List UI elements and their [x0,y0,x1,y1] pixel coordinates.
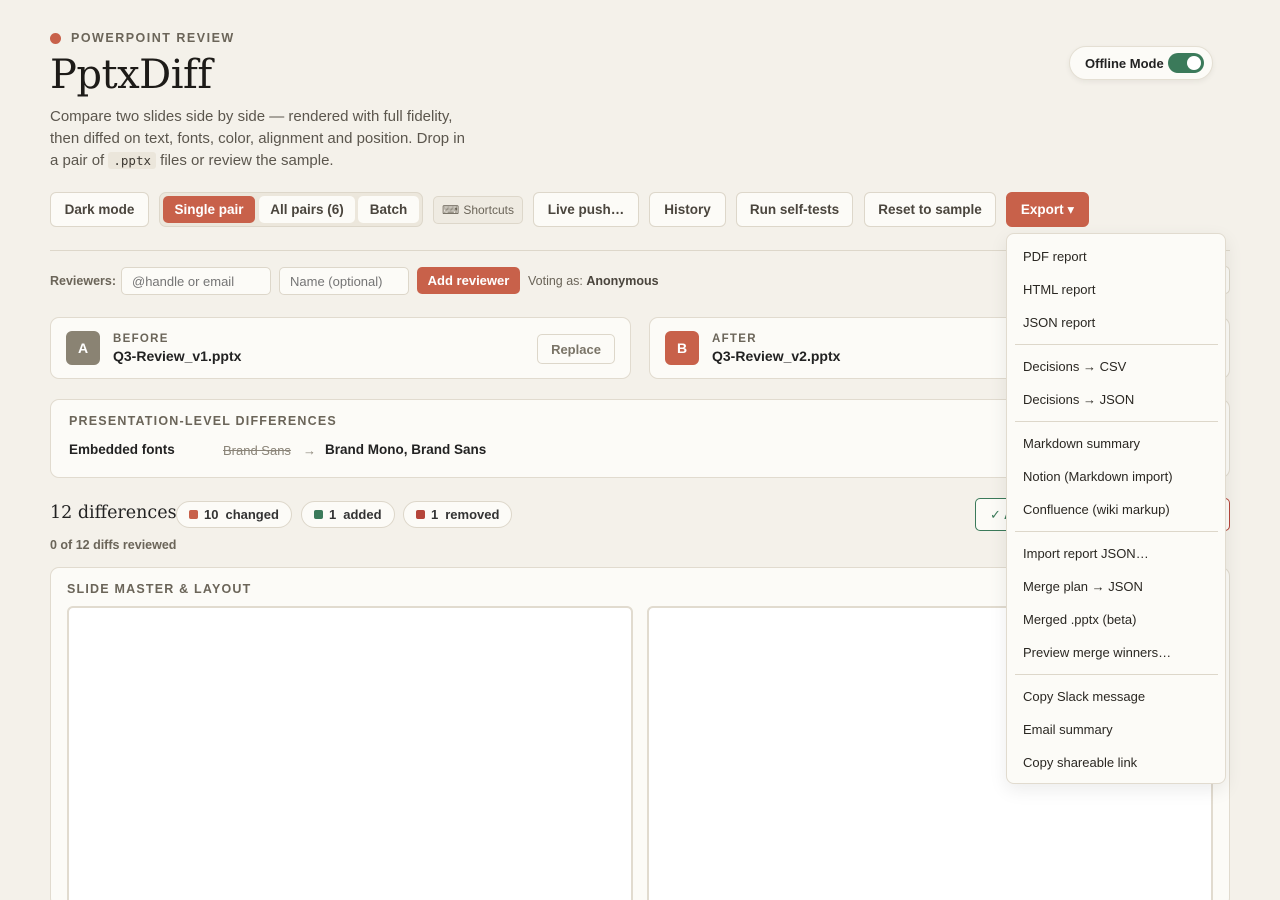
brand-dot-icon [50,32,61,44]
menu-item-copy-link[interactable]: Copy shareable link [1023,752,1137,772]
menu-separator [1015,674,1218,675]
before-badge: A [66,331,100,365]
add-reviewer-button[interactable]: Add reviewer [417,267,520,294]
removed-pill[interactable]: 1 removed [403,501,513,528]
self-tests-button[interactable]: Run self-tests [736,192,853,227]
after-badge: B [665,331,699,365]
page-subtitle: Compare two slides side by side — render… [50,106,470,172]
before-label: BEFORE [113,333,169,345]
before-filename: Q3-Review_v1.pptx [113,348,242,364]
menu-item-html-report[interactable]: HTML report [1023,279,1095,299]
reviewer-handle-input[interactable] [121,267,271,295]
menu-item-import-report[interactable]: Import report JSON… [1023,543,1149,563]
view-mode-segmented: Single pair All pairs (6) Batch [159,192,423,227]
slide-master-heading: SLIDE MASTER & LAYOUT [67,582,252,596]
reset-sample-button[interactable]: Reset to sample [864,192,996,227]
before-slide-preview [67,606,633,900]
offline-mode-toggle[interactable]: Offline Mode [1069,46,1213,80]
menu-item-confluence[interactable]: Confluence (wiki markup) [1023,499,1170,519]
menu-separator [1015,344,1218,345]
dark-mode-button[interactable]: Dark mode [50,192,149,227]
changed-count: 10 [204,507,219,522]
added-swatch [314,510,323,519]
menu-item-email-summary[interactable]: Email summary [1023,719,1113,739]
menu-item-pdf-report[interactable]: PDF report [1023,246,1087,266]
subtitle-code: .pptx [108,152,157,169]
live-push-button[interactable]: Live push… [533,192,639,227]
history-button[interactable]: History [649,192,726,227]
offline-mode-label: Offline Mode [1085,55,1164,71]
after-filename: Q3-Review_v2.pptx [712,348,841,364]
export-button[interactable]: Export ▾ [1006,192,1089,227]
voting-as: Voting as: Anonymous [528,274,659,288]
added-count: 1 [329,507,337,522]
diff-new-value: Brand Mono, Brand Sans [325,442,487,457]
reviewed-progress: 0 of 12 diffs reviewed [50,538,177,552]
removed-swatch [416,510,425,519]
added-pill[interactable]: 1 added [301,501,395,528]
voting-name: Anonymous [586,274,659,288]
changed-label: changed [225,507,279,522]
single-pair-tab[interactable]: Single pair [163,196,255,223]
diff-key: Embedded fonts [69,442,175,457]
menu-item-decisions-json[interactable]: Decisions → JSON [1023,389,1134,409]
keyboard-icon: ⌨ [441,203,460,217]
replace-before-button[interactable]: Replace [537,334,615,364]
reviewer-name-input[interactable] [279,267,409,295]
toggle-switch[interactable] [1168,53,1204,73]
menu-item-notion[interactable]: Notion (Markdown import) [1023,466,1173,486]
added-label: added [343,507,382,522]
voting-prefix: Voting as: [528,274,587,288]
after-label: AFTER [712,333,757,345]
eyebrow-label: POWERPOINT REVIEW [71,31,235,45]
menu-item-preview-merge[interactable]: Preview merge winners… [1023,642,1171,662]
changed-swatch [189,510,198,519]
changed-pill[interactable]: 10 changed [176,501,292,528]
diff-count: 12 differences [50,503,177,523]
all-pairs-tab[interactable]: All pairs (6) [259,196,355,223]
presentation-diffs-heading: PRESENTATION-LEVEL DIFFERENCES [69,414,337,428]
arrow-right-icon: → [303,443,316,458]
batch-tab[interactable]: Batch [358,196,419,223]
menu-item-markdown-summary[interactable]: Markdown summary [1023,433,1140,453]
before-file-card: A BEFORE Q3-Review_v1.pptx Replace [50,317,631,379]
menu-item-decisions-csv[interactable]: Decisions → CSV [1023,356,1126,376]
export-menu: PDF report HTML report JSON report Decis… [1006,233,1226,784]
menu-item-copy-slack[interactable]: Copy Slack message [1023,686,1145,706]
page-title: PptxDiff [50,52,212,98]
diff-old-value: Brand Sans [223,443,291,458]
menu-separator [1015,421,1218,422]
removed-count: 1 [431,507,439,522]
shortcuts-button[interactable]: ⌨ Shortcuts [433,196,523,224]
removed-label: removed [445,507,500,522]
menu-separator [1015,531,1218,532]
menu-item-merge-plan[interactable]: Merge plan → JSON [1023,576,1143,596]
menu-item-json-report[interactable]: JSON report [1023,312,1095,332]
shortcuts-label: Shortcuts [463,203,515,217]
reviewers-label: Reviewers: [50,274,117,288]
subtitle-text-2: files or review the sample. [156,152,334,169]
eyebrow: POWERPOINT REVIEW [50,31,235,45]
menu-item-merged-pptx[interactable]: Merged .pptx (beta) [1023,609,1136,629]
